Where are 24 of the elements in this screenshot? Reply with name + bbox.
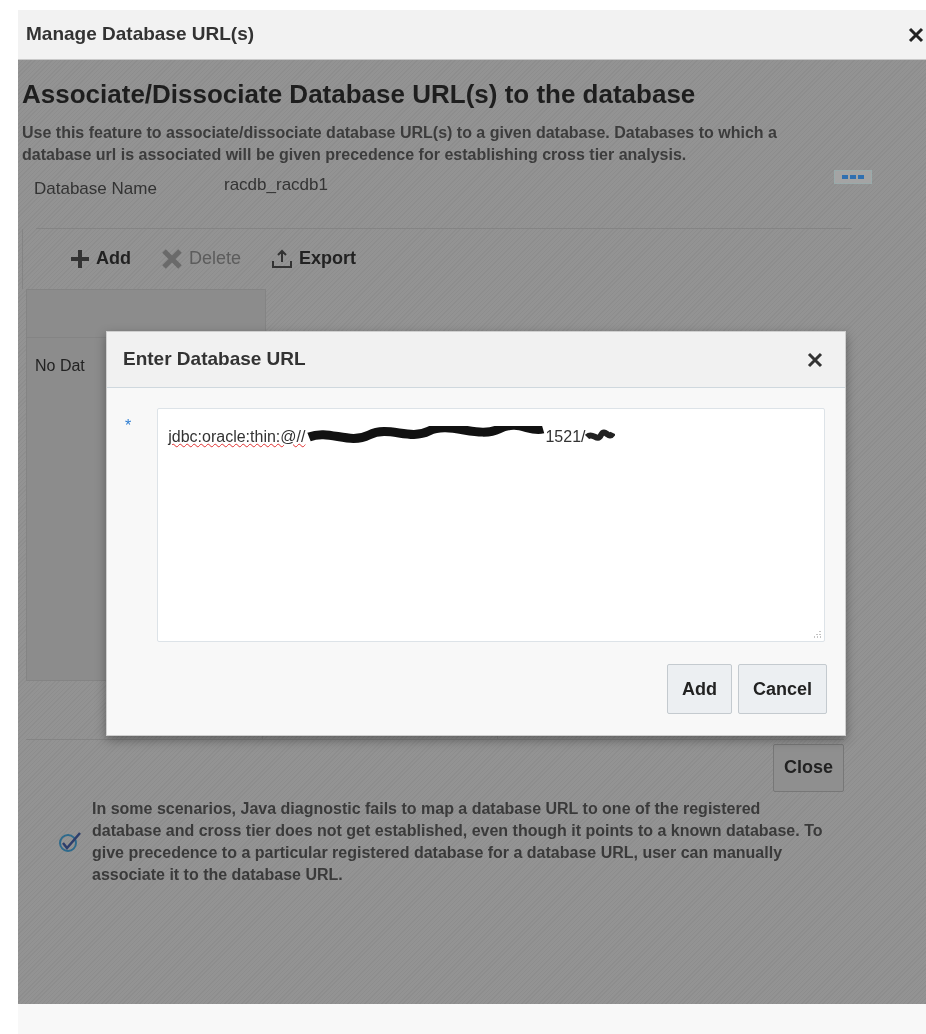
toolbar-button[interactable]: Add — [70, 245, 131, 272]
plus-icon — [70, 248, 90, 269]
cross-icon — [161, 247, 183, 270]
dialog-button[interactable]: Cancel — [737, 664, 827, 714]
required-marker: * — [125, 416, 132, 436]
dialog-title: Manage Database URL(s) — [26, 22, 255, 47]
page-heading: Associate/Dissociate Database URL(s) to the database — [22, 78, 697, 110]
close-icon[interactable] — [908, 26, 924, 43]
dialog-button[interactable]: Add — [666, 664, 732, 714]
checkmark-icon — [58, 830, 82, 853]
modal-title: Enter Database URL — [123, 347, 306, 372]
field-value: racdb_racdb1 — [224, 174, 328, 196]
url-text: 1521/ — [545, 427, 586, 447]
description-text: Use this feature to associate/dissociate database URL(s) to a given database. Databases to which a database url is associated will be given precedence for establishing cross tier analysis. — [22, 123, 778, 165]
toolbar-button[interactable]: Export — [271, 245, 357, 272]
close-icon[interactable] — [807, 351, 823, 368]
url-text-area[interactable]: jdbc:oracle:thin:@// 1521/ — [157, 408, 826, 642]
upload-icon — [271, 248, 294, 269]
url-text: jdbc:oracle:thin:@// — [168, 427, 306, 447]
resize-grip-icon — [812, 629, 822, 638]
close-button[interactable]: Close — [772, 743, 844, 792]
empty-table-text: No Dat — [35, 356, 85, 374]
note-text: In some scenarios, Java diagnostic fails to map a database URL to one of the registered database and cross tier does not get established, even though it points to a known database. To give precedence to a particular registered database for a database URL, user can manually associate it to the database URL. — [92, 798, 824, 885]
field-label: Database Name — [34, 178, 158, 200]
